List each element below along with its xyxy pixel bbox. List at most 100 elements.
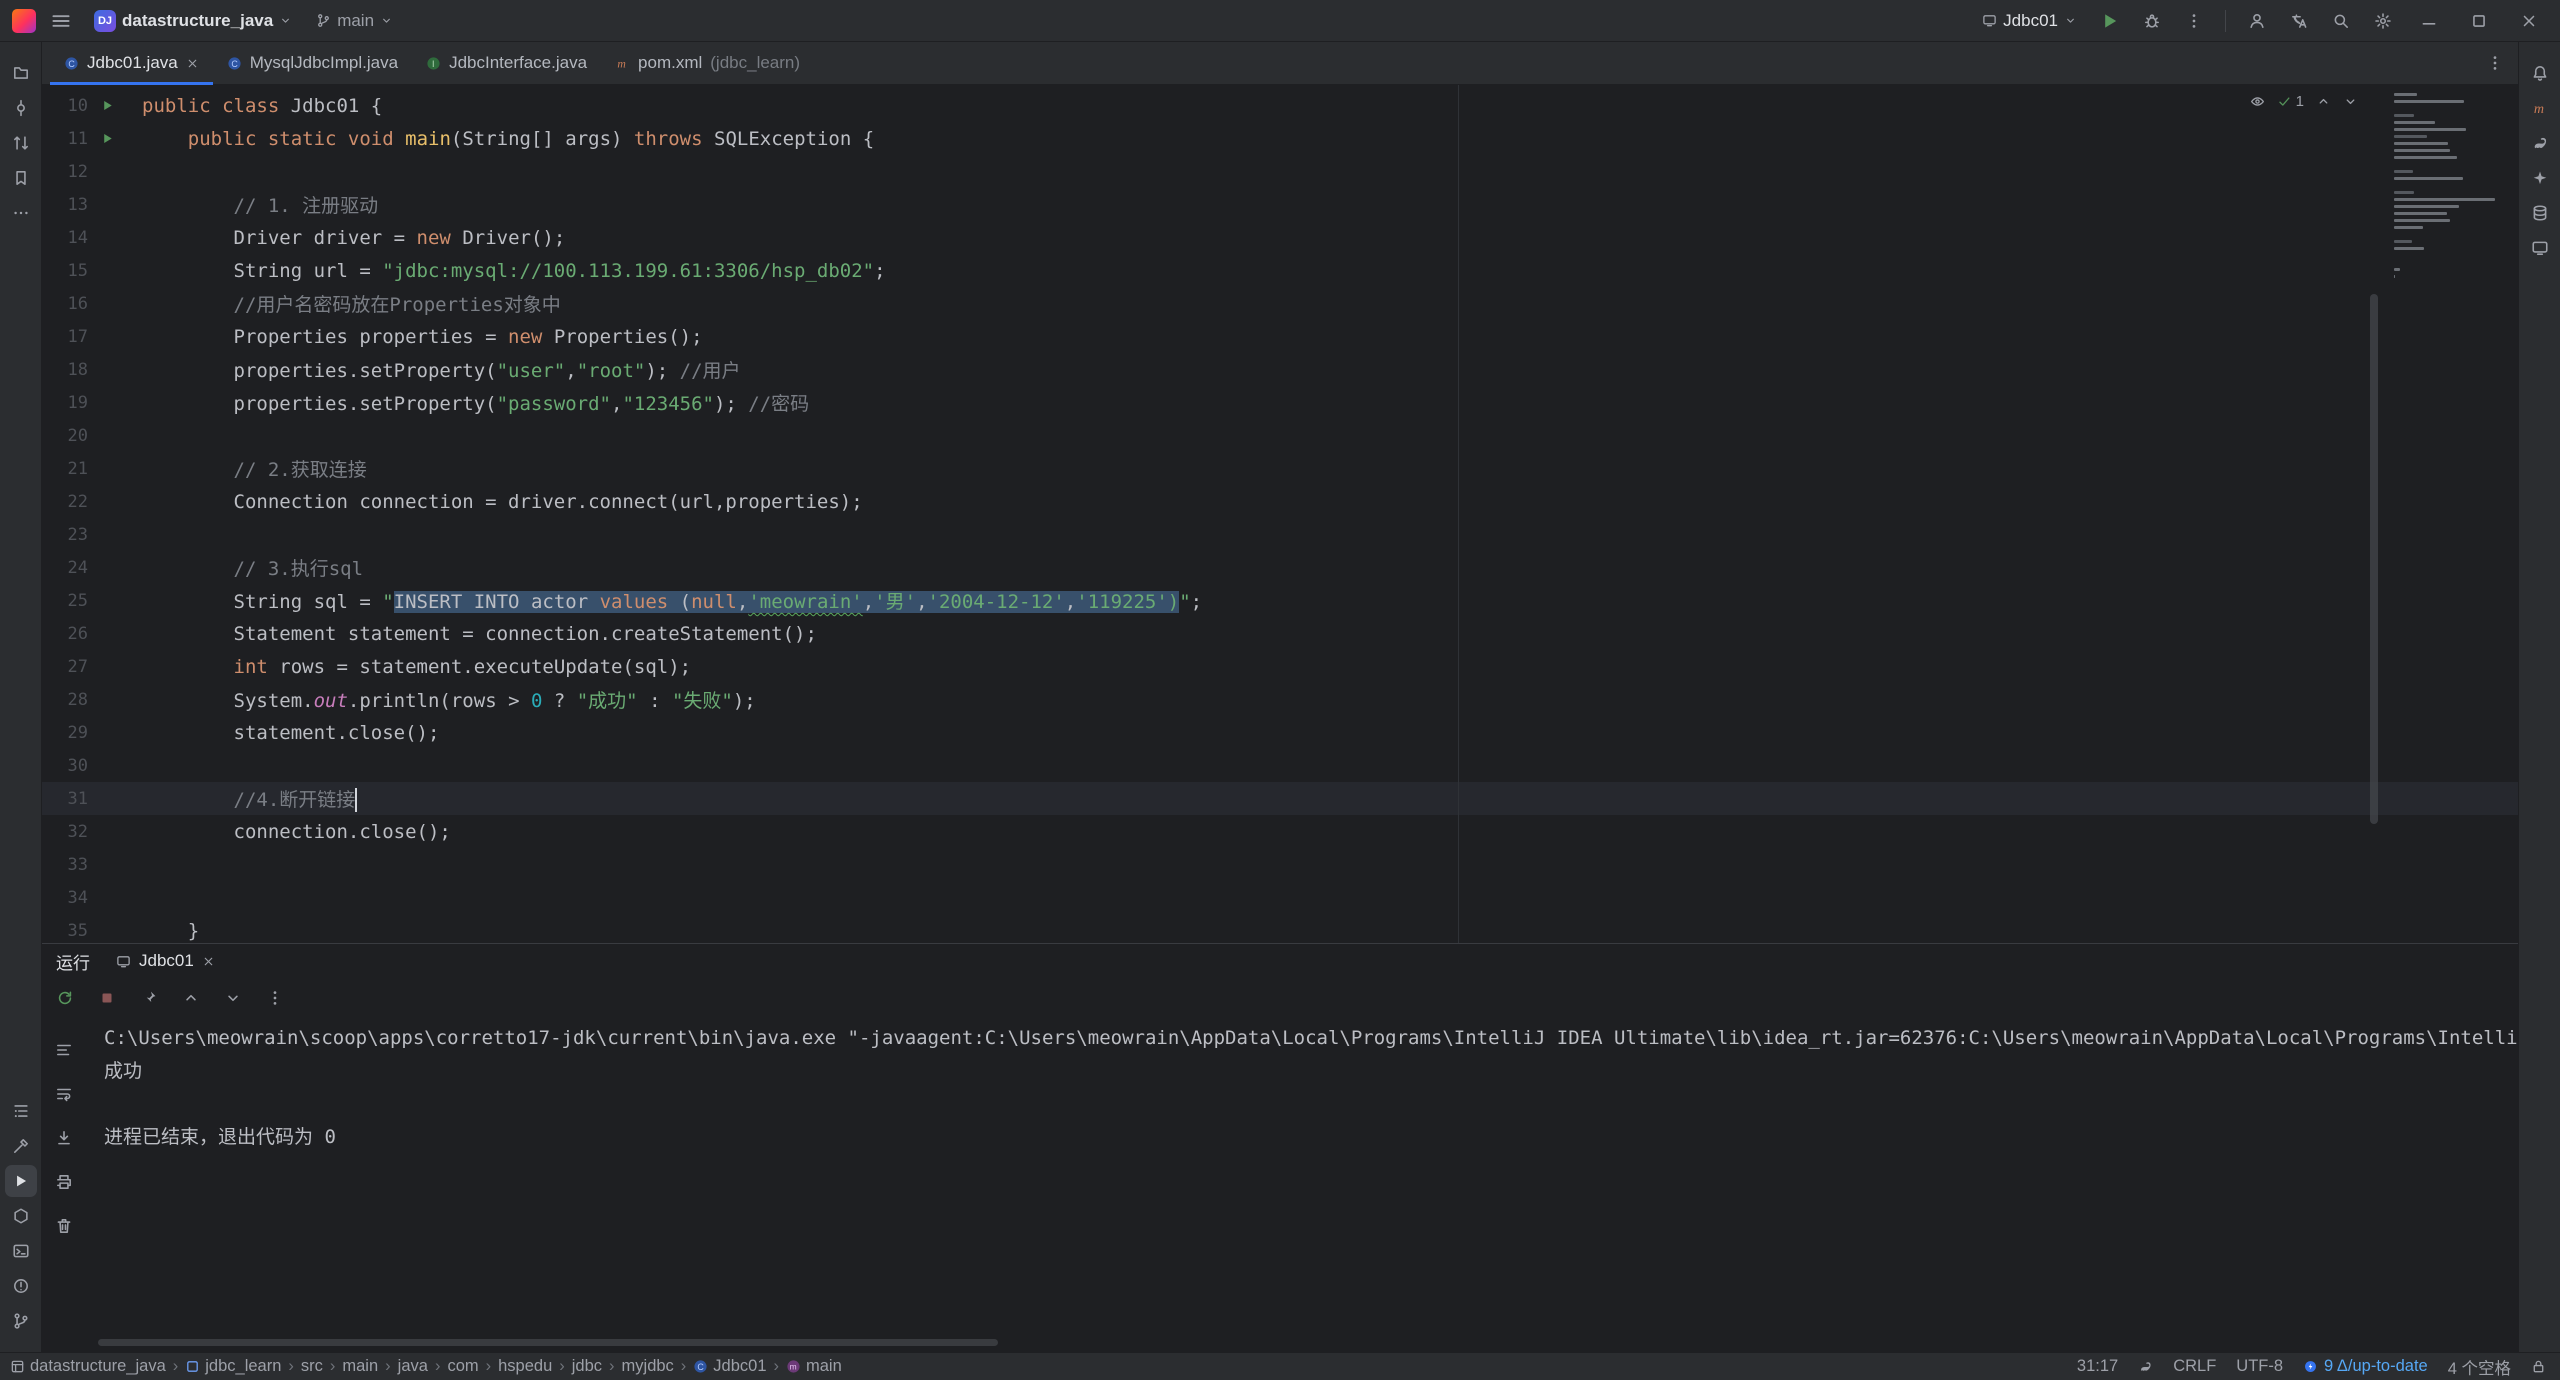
stop-button[interactable] [92,983,122,1013]
minimize-button[interactable] [2408,0,2450,42]
minimap[interactable] [2384,87,2518,282]
breadcrumb-item-src[interactable]: src [301,1357,323,1376]
code-with-me-button[interactable] [2240,4,2274,38]
search-everywhere-button[interactable] [2324,4,2358,38]
vcs-branch-widget[interactable]: main [308,6,401,36]
editor-scrollbar[interactable] [2370,294,2378,824]
code-line[interactable]: 32 connection.close(); [42,815,2518,848]
code-line[interactable]: 15 String url = "jdbc:mysql://100.113.19… [42,254,2518,287]
tab-options-button[interactable] [2472,42,2518,84]
tool-window-button-build[interactable] [5,1130,37,1162]
breadcrumb-item-datastructure_java[interactable]: datastructure_java [10,1357,166,1376]
tool-window-button-notifications[interactable] [2524,57,2556,89]
inspections-widget[interactable]: 1 [2250,93,2358,110]
code-line[interactable]: 29 statement.close(); [42,716,2518,749]
close-tab-icon[interactable] [202,955,215,968]
run-button[interactable] [2093,4,2127,38]
breadcrumb-item-jdbc_learn[interactable]: jdbc_learn [185,1357,281,1376]
tool-window-button-database[interactable] [2524,197,2556,229]
caret-position[interactable]: 31:17 [2077,1357,2118,1376]
code-line[interactable]: 31 //4.断开链接 [42,782,2518,815]
encoding[interactable]: UTF-8 [2236,1357,2283,1376]
code-line[interactable]: 30 [42,749,2518,782]
code-line[interactable]: 12 [42,155,2518,188]
code-line[interactable]: 20 [42,419,2518,452]
indent-style[interactable]: 4 个空格 [2448,1355,2511,1379]
tool-window-button-monitor[interactable] [2524,232,2556,264]
debug-button[interactable] [2135,4,2169,38]
code-line[interactable]: 35 } [42,914,2518,943]
tool-window-button-terminal[interactable] [5,1235,37,1267]
run-configuration-selector[interactable]: Jdbc01 [1974,6,2085,36]
code-line[interactable]: 11 public static void main(String[] args… [42,122,2518,155]
breadcrumb-item-main[interactable]: main [342,1357,378,1376]
tool-window-button-problems[interactable] [5,1270,37,1302]
tool-window-button-maven[interactable]: m [2524,92,2556,124]
code-line[interactable]: 27 int rows = statement.executeUpdate(sq… [42,650,2518,683]
next-problem-icon[interactable] [2343,94,2358,109]
code-line[interactable]: 26 Statement statement = connection.crea… [42,617,2518,650]
scrollend-button[interactable] [50,1124,78,1152]
previous-problem-icon[interactable] [2316,94,2331,109]
breadcrumb-item-main[interactable]: mmain [786,1357,842,1376]
tool-window-button-more[interactable] [5,197,37,229]
tool-window-button-commit[interactable] [5,92,37,124]
run-gutter-icon[interactable] [100,131,115,146]
code-line[interactable]: 19 properties.setProperty("password","12… [42,386,2518,419]
chevron-down-button[interactable] [218,983,248,1013]
run-gutter-icon[interactable] [100,98,115,113]
breadcrumb-item-com[interactable]: com [447,1357,478,1376]
tool-window-button-version-control[interactable] [5,1305,37,1337]
chevron-up-button[interactable] [176,983,206,1013]
tab-MysqlJdbcImpl.java[interactable]: CMysqlJdbcImpl.java [213,42,412,84]
code-line[interactable]: 10public class Jdbc01 { [42,89,2518,122]
tool-window-button-bookmarks[interactable] [5,162,37,194]
code-line[interactable]: 34 [42,881,2518,914]
code-line[interactable]: 28 System.out.println(rows > 0 ? "成功" : … [42,683,2518,716]
project-widget[interactable]: DJ datastructure_java [86,5,300,37]
code-line[interactable]: 17 Properties properties = new Propertie… [42,320,2518,353]
code-line[interactable]: 14 Driver driver = new Driver(); [42,221,2518,254]
code-line[interactable]: 25 String sql = "INSERT INTO actor value… [42,584,2518,617]
breadcrumb-item-hspedu[interactable]: hspedu [498,1357,552,1376]
pin-button[interactable] [134,983,164,1013]
tool-window-button-folder[interactable] [5,57,37,89]
tool-window-button-run[interactable] [5,1165,37,1197]
tab-JdbcInterface.java[interactable]: IJdbcInterface.java [412,42,601,84]
code-line[interactable]: 24 // 3.执行sql [42,551,2518,584]
run-tab[interactable]: Jdbc01 [108,947,223,975]
close-tab-icon[interactable] [186,57,199,70]
write-access[interactable] [2531,1359,2546,1374]
console-horizontal-scrollbar[interactable] [98,1339,998,1346]
close-button[interactable] [2508,0,2550,42]
code-line[interactable]: 22 Connection connection = driver.connec… [42,485,2518,518]
tab-pom.xml[interactable]: mpom.xml (jdbc_learn) [601,42,814,84]
kebab-button[interactable] [260,983,290,1013]
more-run-actions-button[interactable] [2177,4,2211,38]
tab-Jdbc01.java[interactable]: CJdbc01.java [50,42,213,84]
trash-button[interactable] [50,1212,78,1240]
tool-window-button-ai[interactable] [2524,162,2556,194]
code-line[interactable]: 33 [42,848,2518,881]
tool-window-button-pull-requests[interactable] [5,127,37,159]
code-editor[interactable]: 10public class Jdbc01 {11 public static … [42,85,2518,943]
softwrap-button[interactable] [50,1080,78,1108]
line-separator[interactable]: CRLF [2173,1357,2216,1376]
code-line[interactable]: 21 // 2.获取连接 [42,452,2518,485]
tool-window-button-services[interactable] [5,1200,37,1232]
highlighting-level-icon[interactable] [2250,94,2265,109]
rerun-button[interactable] [50,983,80,1013]
breadcrumb-item-jdbc[interactable]: jdbc [572,1357,602,1376]
translate-button[interactable] [2282,4,2316,38]
tool-window-button-structure[interactable] [5,1095,37,1127]
options-button[interactable] [50,1036,78,1064]
code-line[interactable]: 16 //用户名密码放在Properties对象中 [42,287,2518,320]
code-line[interactable]: 18 properties.setProperty("user","root")… [42,353,2518,386]
tool-window-button-gradle[interactable] [2524,127,2556,159]
code-line[interactable]: 13 // 1. 注册驱动 [42,188,2518,221]
gradle-status[interactable] [2138,1359,2153,1374]
run-console[interactable]: C:\Users\meowrain\scoop\apps\corretto17-… [86,1018,2518,1352]
settings-button[interactable] [2366,4,2400,38]
breadcrumb-item-Jdbc01[interactable]: CJdbc01 [693,1357,766,1376]
breadcrumb-item-myjdbc[interactable]: myjdbc [622,1357,674,1376]
